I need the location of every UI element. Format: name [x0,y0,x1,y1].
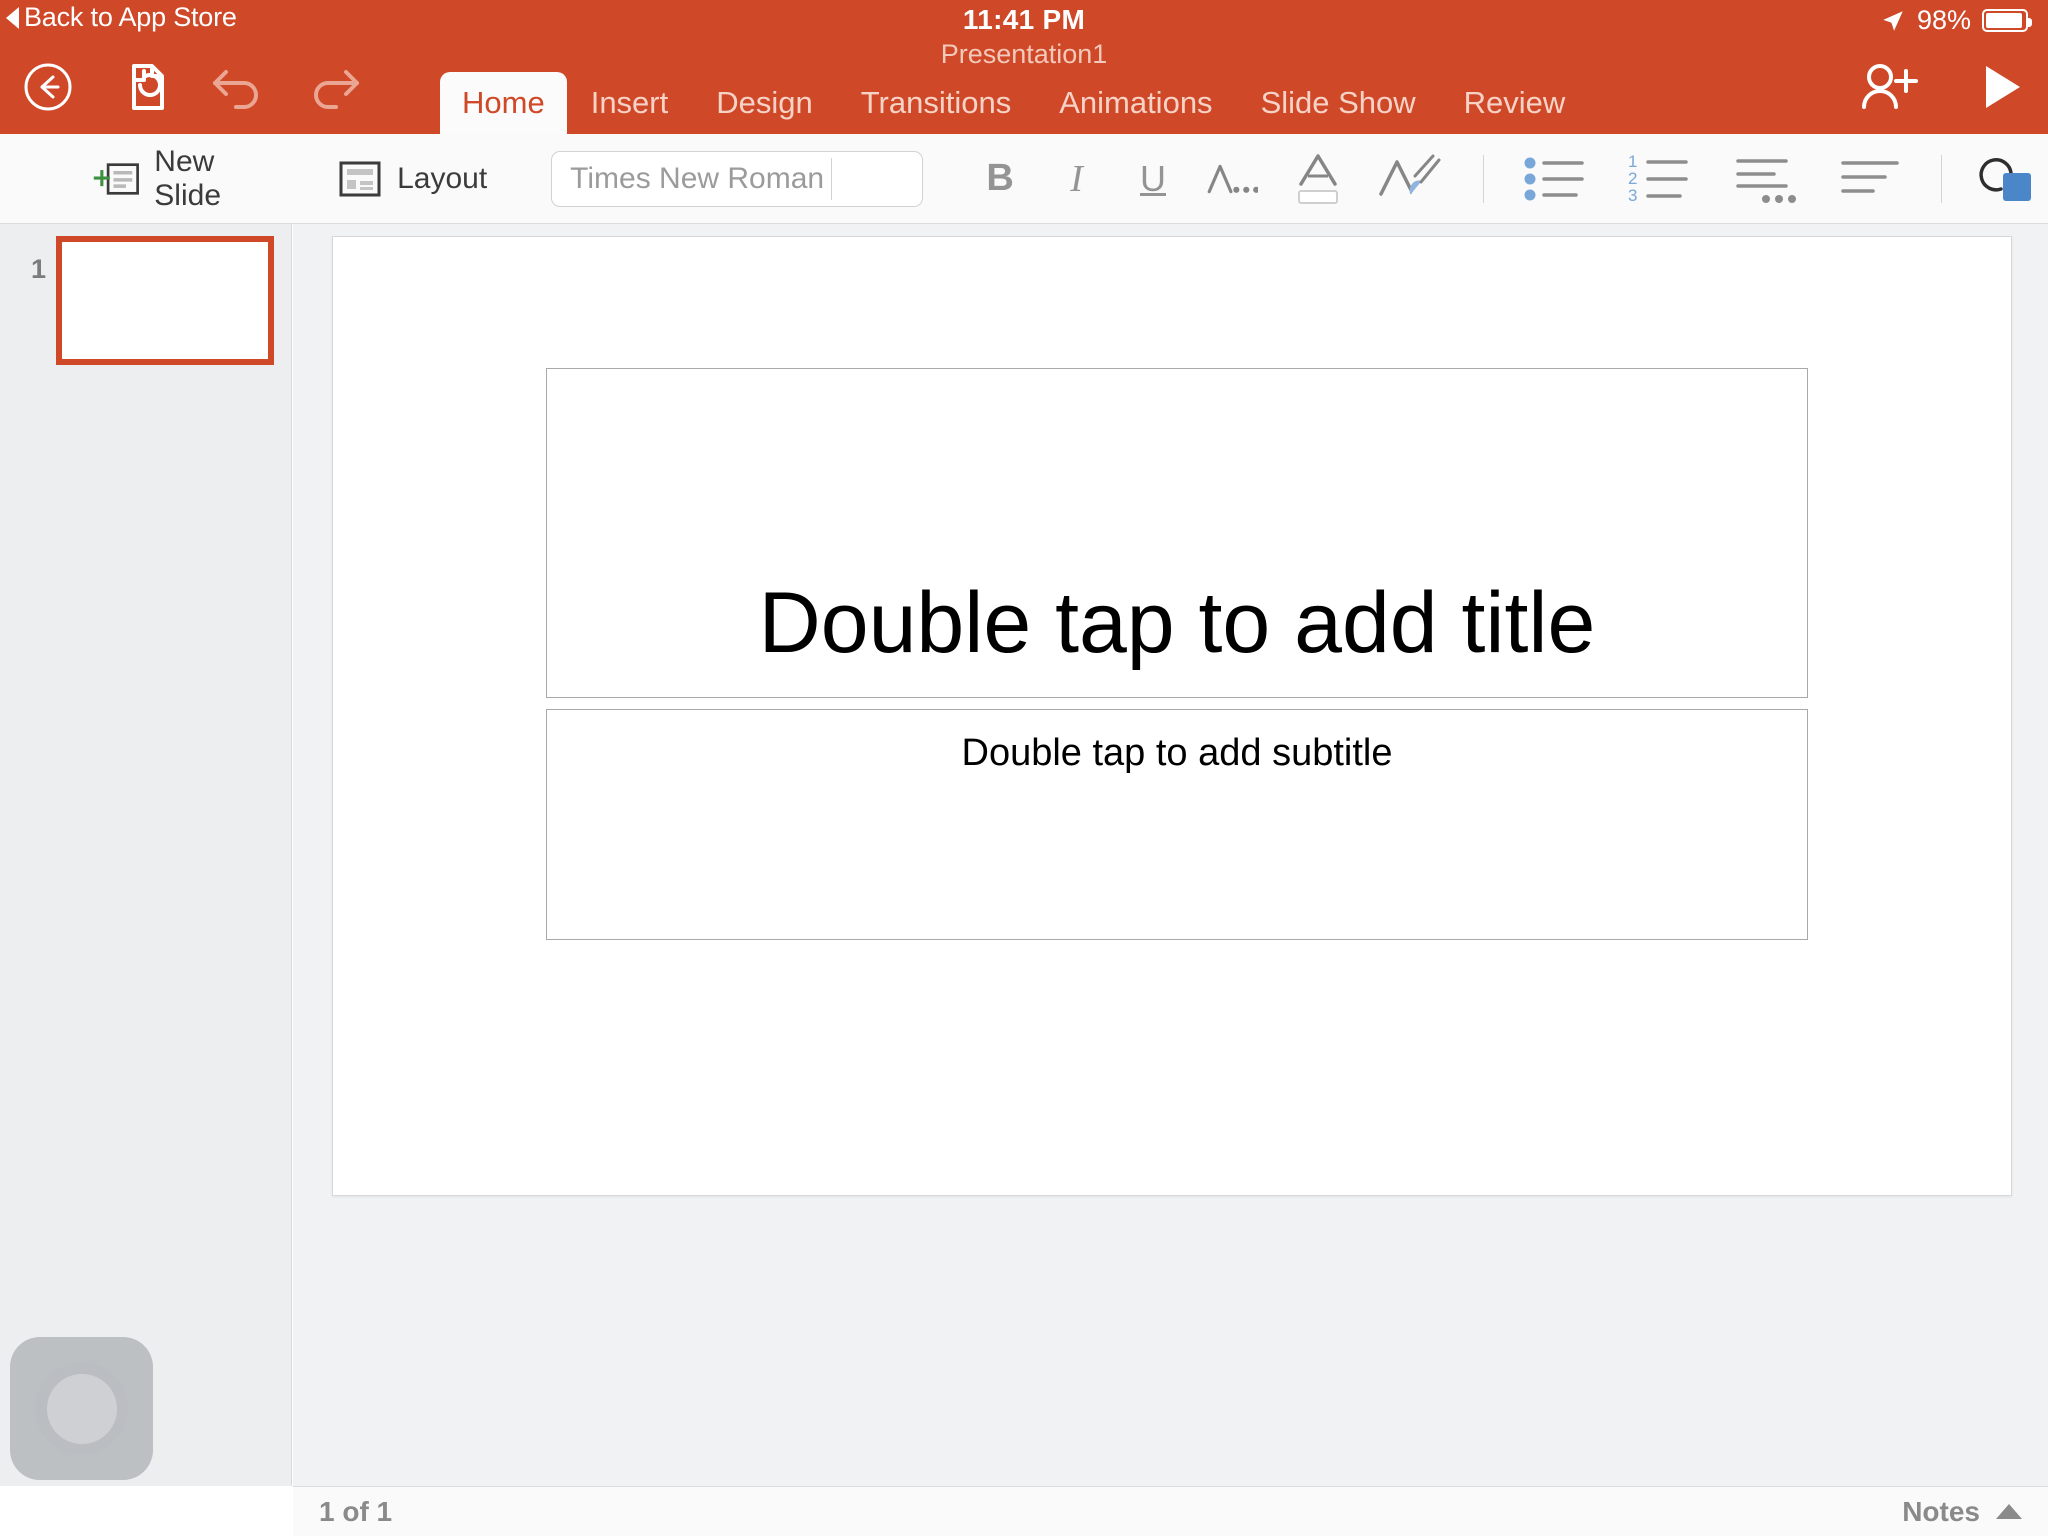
align-left-button[interactable] [1838,151,1905,207]
subtitle-placeholder-text: Double tap to add subtitle [961,732,1393,774]
font-name-value: Times New Roman [570,161,825,195]
assistive-touch-button[interactable] [10,1337,153,1480]
layout-button[interactable]: Layout [337,156,487,202]
tab-design[interactable]: Design [692,72,837,134]
new-slide-label: New Slide [154,144,222,212]
new-slide-icon [93,162,139,195]
bullet-list-button[interactable] [1522,151,1592,207]
highlight-button[interactable] [1375,151,1441,207]
slide-canvas-area[interactable]: Double tap to add title Double tap to ad… [293,224,2048,1486]
numbered-list-icon: 1 2 3 [1628,152,1689,205]
file-sync-icon[interactable] [118,61,166,113]
play-present-icon[interactable] [1980,62,2024,112]
tab-insert[interactable]: Insert [567,72,693,134]
redo-icon[interactable] [308,64,362,110]
slide-thumbnail-panel[interactable]: 1 [0,224,292,1486]
tab-animations[interactable]: Animations [1035,72,1236,134]
indent-button[interactable] [1734,151,1804,207]
new-slide-button[interactable]: New Slide [92,145,275,213]
tab-transitions[interactable]: Transitions [837,72,1035,134]
font-box-divider [830,157,832,200]
back-button-icon[interactable] [22,61,74,113]
layout-label: Layout [397,161,488,195]
clock-label: 11:41 PM [962,4,1086,35]
app-header: Back to App Store 11:41 PM Presentation1… [0,0,2048,134]
numbered-list-button[interactable]: 1 2 3 [1626,151,1700,207]
svg-text:3: 3 [1628,186,1637,205]
status-bar-right: 98% [1880,5,2032,36]
bullet-list-icon [1524,157,1585,200]
caret-up-icon [1996,1504,2022,1519]
title-placeholder-text: Double tap to add title [758,575,1596,672]
thumbnail-list-item: 1 [0,236,292,365]
notes-label: Notes [1902,1495,1980,1527]
text-options-icon [1207,164,1259,193]
toolbar-divider-1 [1483,154,1485,203]
bottom-status-bar: 1 of 1 Notes [293,1486,2048,1536]
font-color-button[interactable] [1286,151,1349,207]
battery-fill [1986,13,2023,28]
align-left-icon [1840,160,1899,193]
tab-slide-show[interactable]: Slide Show [1237,72,1440,134]
shape-arrange-icon [1979,157,2031,201]
shape-arrange-button[interactable] [1976,151,2048,207]
battery-percent-label: 98% [1916,5,1971,35]
toolbar-divider-2 [1940,154,1942,203]
indent-icon [1736,158,1797,203]
format-toolbar: New Slide Layout Times New Roman B I U 1… [0,134,2048,224]
main-content: 1 Double tap to add title Double tap to … [0,224,2048,1536]
font-color-icon [1297,153,1338,204]
highlight-icon [1379,154,1441,196]
share-person-add-icon[interactable] [1858,61,1920,113]
ribbon-tabs: Home Insert Design Transitions Animation… [440,40,1589,134]
bold-button[interactable]: B [975,151,1025,207]
slide-number-label: 1 [30,254,46,284]
ribbon-bar: Home Insert Design Transitions Animation… [0,40,2048,134]
location-arrow-icon [1883,10,1903,31]
text-options-button[interactable] [1202,151,1259,207]
notes-button[interactable]: Notes [1902,1496,2022,1528]
ribbon-right-icons [1858,40,2024,134]
battery-full-icon [1982,9,2032,32]
italic-button[interactable]: I [1051,151,1101,207]
slide-counter-label: 1 of 1 [319,1495,393,1527]
undo-icon[interactable] [210,64,264,110]
font-selector[interactable]: Times New Roman [551,150,923,207]
assistive-touch-ring [35,1362,128,1455]
powerpoint-app-window: Back to App Store 11:41 PM Presentation1… [0,0,2048,1536]
title-placeholder[interactable]: Double tap to add title [546,368,1808,698]
layout-icon [339,161,381,196]
slide-canvas[interactable]: Double tap to add title Double tap to ad… [332,236,2012,1196]
tab-review[interactable]: Review [1440,72,1590,134]
slide-thumbnail-1[interactable] [56,236,274,365]
ios-status-bar: Back to App Store 11:41 PM Presentation1… [0,0,2048,68]
tab-home[interactable]: Home [440,72,567,134]
assistive-touch-core [46,1373,117,1444]
subtitle-placeholder[interactable]: Double tap to add subtitle [546,709,1808,940]
ribbon-left-icons [14,40,362,134]
underline-button[interactable]: U [1128,151,1178,207]
